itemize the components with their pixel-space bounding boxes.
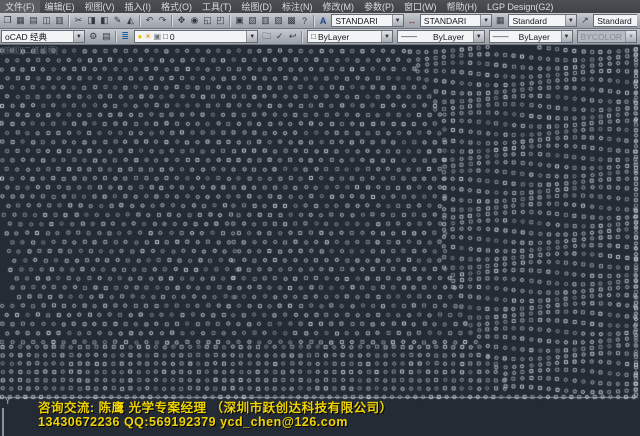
toolbar-separator <box>139 15 141 27</box>
lock-icon[interactable]: ▣ <box>154 32 162 41</box>
plot-icon[interactable]: ▤ <box>27 14 40 27</box>
properties-icon[interactable]: ▣ <box>233 14 246 27</box>
layer-previous-icon[interactable]: ↩ <box>286 30 299 43</box>
standard-toolbar: ❐▦▤◫▥✂◨◧✎◭↶↷✥◉◱◰▣▧▥▨▩? A STANDARI ▼ ↔ ST… <box>0 13 640 29</box>
toolbar-separator <box>115 31 117 43</box>
menu-bar: 文件(F)编辑(E)视图(V)插入(I)格式(O)工具(T)绘图(D)标注(N)… <box>0 0 640 13</box>
lineweight-sample-icon: —— <box>493 32 509 41</box>
menu-item[interactable]: 修改(M) <box>318 0 360 13</box>
workspace-settings-icon[interactable]: ⚙ <box>87 30 100 43</box>
block-editor-icon[interactable]: ◭ <box>124 14 137 27</box>
dim-style-value: STANDARI <box>424 16 466 26</box>
color-value: ByLayer <box>318 32 349 42</box>
ucs-y-axis <box>2 408 4 436</box>
menu-item[interactable]: 视图(V) <box>80 0 120 13</box>
zoom-previous-icon[interactable]: ◰ <box>214 14 227 27</box>
menu-item[interactable]: 文件(F) <box>0 0 40 13</box>
pan-icon[interactable]: ✥ <box>175 14 188 27</box>
table-style-combo[interactable]: Standard ▼ <box>508 14 576 27</box>
designcenter-icon[interactable]: ▧ <box>246 14 259 27</box>
mleader-style-combo[interactable]: Standard <box>593 14 637 27</box>
color-swatch-icon: □ <box>311 32 316 41</box>
mleader-style-value: Standard <box>597 16 632 26</box>
bulb-icon[interactable]: ● <box>138 32 143 41</box>
menu-item[interactable]: LGP Design(G2) <box>482 0 558 13</box>
sun-icon[interactable]: ☀ <box>144 32 151 41</box>
copy-icon[interactable]: ◨ <box>85 14 98 27</box>
paste-icon[interactable]: ◧ <box>98 14 111 27</box>
menu-item[interactable]: 标注(N) <box>277 0 318 13</box>
redo-icon[interactable]: ↷ <box>156 14 169 27</box>
sheet-set-manager-icon[interactable]: ▨ <box>272 14 285 27</box>
workspace-value: oCAD 经典 <box>5 31 47 43</box>
table-style-value: Standard <box>512 16 547 26</box>
drawing-area[interactable]: [俯视][二维线框] Y 咨询交流: 陈鹰 光学专案经理 （深圳市跃创达科技有限… <box>0 45 640 436</box>
properties-toolbar: oCAD 经典 ▼ ⚙▤ ≣ ● ☀ ▣ □ 0 ▼ 🗀✓↩ □ ByLayer… <box>0 29 640 45</box>
toolbar-separator <box>229 15 231 27</box>
chevron-down-icon[interactable]: ▼ <box>561 31 572 42</box>
match-properties-icon[interactable]: ✎ <box>111 14 124 27</box>
lgp-dot-pattern-canvas[interactable] <box>0 45 640 436</box>
contact-line1: 咨询交流: 陈鹰 光学专案经理 （深圳市跃创达科技有限公司） <box>38 397 393 416</box>
help-icon[interactable]: ? <box>298 14 311 27</box>
text-style-combo[interactable]: STANDARI ▼ <box>331 14 403 27</box>
menu-item[interactable]: 插入(I) <box>120 0 157 13</box>
ucs-y-label: Y <box>4 395 11 407</box>
linetype-sample-icon: —— <box>401 32 417 41</box>
save-icon[interactable]: ▦ <box>14 14 27 27</box>
zoom-window-icon[interactable]: ◱ <box>201 14 214 27</box>
text-style-value: STANDARI <box>335 16 377 26</box>
workspace-combo[interactable]: oCAD 经典 ▼ <box>1 30 85 43</box>
markup-set-manager-icon[interactable]: ▩ <box>285 14 298 27</box>
plot-preview-icon[interactable]: ◫ <box>40 14 53 27</box>
menu-item[interactable]: 工具(T) <box>197 0 237 13</box>
linetype-value: ByLayer <box>433 32 464 42</box>
toolbar-separator <box>301 31 303 43</box>
table-style-icon[interactable]: ▦ <box>494 14 506 27</box>
current-layer-name: 0 <box>170 32 175 42</box>
chevron-down-icon[interactable]: ▼ <box>392 15 403 26</box>
chevron-down-icon[interactable]: ▼ <box>381 31 392 42</box>
toolbar-separator <box>171 15 173 27</box>
chevron-down-icon[interactable]: ▼ <box>565 15 576 26</box>
menu-item[interactable]: 参数(P) <box>359 0 399 13</box>
lineweight-combo[interactable]: —— ByLayer ▼ <box>489 30 573 43</box>
plot-style-value: BYCOLOR <box>581 32 623 42</box>
menu-item[interactable]: 格式(O) <box>156 0 197 13</box>
toolbar-separator <box>68 15 70 27</box>
text-style-icon[interactable]: A <box>317 14 329 27</box>
viewport-controls[interactable]: [俯视][二维线框] <box>1 45 58 56</box>
layer-states-icon[interactable]: 🗀 <box>260 30 273 43</box>
dim-style-icon[interactable]: ↔ <box>406 14 418 27</box>
workspace-save-icon[interactable]: ▤ <box>100 30 113 43</box>
plot-style-combo: BYCOLOR ▼ <box>577 30 637 43</box>
color-combo[interactable]: □ ByLayer ▼ <box>307 30 393 43</box>
linetype-combo[interactable]: —— ByLayer ▼ <box>397 30 485 43</box>
layer-properties-icon[interactable]: ≣ <box>119 30 132 43</box>
mleader-style-icon[interactable]: ↗ <box>579 14 591 27</box>
contact-line2: 13430672236 QQ:569192379 ycd_chen@126.co… <box>38 415 348 429</box>
chevron-down-icon[interactable]: ▼ <box>480 15 491 26</box>
cut-icon[interactable]: ✂ <box>72 14 85 27</box>
menu-item[interactable]: 窗口(W) <box>399 0 442 13</box>
menu-item[interactable]: 编辑(E) <box>40 0 80 13</box>
publish-icon[interactable]: ▥ <box>53 14 66 27</box>
chevron-down-icon: ▼ <box>625 31 636 42</box>
undo-icon[interactable]: ↶ <box>143 14 156 27</box>
menu-item[interactable]: 帮助(H) <box>442 0 483 13</box>
toolbar-separator <box>313 15 315 27</box>
make-layer-current-icon[interactable]: ✓ <box>273 30 286 43</box>
tool-palettes-icon[interactable]: ▥ <box>259 14 272 27</box>
open-icon[interactable]: ❐ <box>1 14 14 27</box>
dim-style-combo[interactable]: STANDARI ▼ <box>420 14 492 27</box>
chevron-down-icon[interactable]: ▼ <box>473 31 484 42</box>
zoom-realtime-icon[interactable]: ◉ <box>188 14 201 27</box>
layer-combo[interactable]: ● ☀ ▣ □ 0 ▼ <box>134 30 259 43</box>
menu-item[interactable]: 绘图(D) <box>237 0 278 13</box>
layer-color-swatch: □ <box>163 32 168 41</box>
chevron-down-icon[interactable]: ▼ <box>73 31 84 42</box>
lineweight-value: ByLayer <box>519 32 550 42</box>
chevron-down-icon[interactable]: ▼ <box>246 31 257 42</box>
